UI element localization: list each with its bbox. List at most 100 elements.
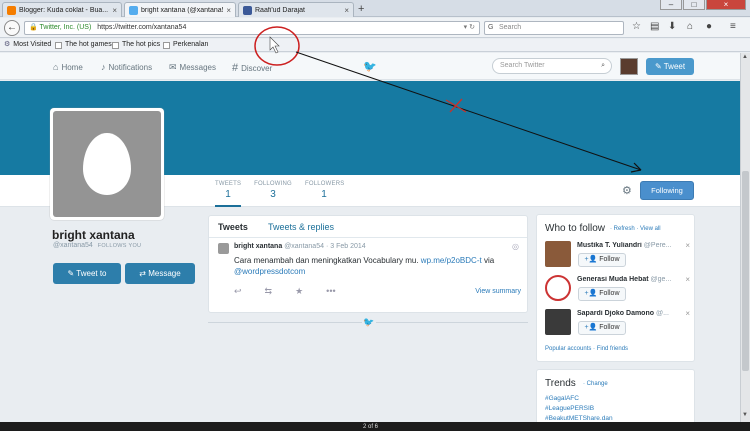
gear-icon[interactable]: ⚙ — [622, 184, 632, 197]
suggestion-avatar[interactable] — [545, 275, 571, 301]
close-window-button[interactable]: × — [706, 0, 746, 10]
trend-item[interactable]: #LeaguePERSIB — [545, 405, 594, 412]
message-label: Message — [148, 269, 181, 278]
close-icon[interactable]: × — [226, 6, 231, 15]
maximize-button[interactable]: □ — [683, 0, 705, 10]
trends-change-link[interactable]: · Change — [583, 381, 608, 387]
vertical-scrollbar[interactable]: ▲ ▼ — [740, 53, 750, 422]
dismiss-icon[interactable]: × — [685, 275, 690, 284]
timeline-tabs: Tweets Tweets & replies — [209, 216, 527, 238]
trend-item[interactable]: #BeakutMETShare.dan — [545, 415, 613, 422]
view-summary-link[interactable]: View summary — [475, 288, 521, 295]
search-icon[interactable]: ⌕ — [601, 59, 605, 73]
stat-value: 1 — [225, 189, 231, 200]
who-to-follow-footer-links[interactable]: Popular accounts · Find friends — [545, 346, 628, 352]
tab-tweets-and-replies[interactable]: Tweets & replies — [268, 222, 334, 232]
home-icon[interactable]: ⌂ — [687, 21, 693, 32]
message-button[interactable]: ⇄ Message — [125, 263, 195, 284]
minimize-button[interactable]: – — [660, 0, 682, 10]
bookmarks-list-icon[interactable]: ▤ — [650, 21, 659, 32]
suggestion-name[interactable]: Generasi Muda Hebat — [577, 276, 649, 283]
following-button[interactable]: Following — [640, 181, 694, 200]
profile-handle-line: @xantana54 FOLLOWS YOU — [53, 242, 141, 249]
nav-messages[interactable]: ✉ Messages — [169, 62, 216, 73]
nav-notifications[interactable]: ♪ Notifications — [101, 62, 152, 72]
dismiss-icon[interactable]: × — [685, 241, 690, 250]
nav-home[interactable]: ⌂ Home — [53, 62, 83, 72]
url-text: https://twitter.com/xantana54 — [97, 24, 187, 31]
browser-search-input[interactable]: G Search — [484, 21, 624, 35]
suggestion-name[interactable]: Mustika T. Yuliandri — [577, 242, 642, 249]
suggestion-avatar[interactable] — [545, 309, 571, 335]
download-icon[interactable]: ⬇ — [668, 21, 676, 32]
twitter-icon — [129, 5, 138, 15]
stat-followers[interactable]: FOLLOWERS 1 — [305, 181, 344, 200]
follows-you-label: FOLLOWS YOU — [97, 243, 142, 249]
browser-tab-facebook[interactable]: Raafi'ud Darajat × — [238, 2, 354, 17]
profile-avatar[interactable] — [50, 108, 164, 220]
follow-button[interactable]: +👤 Follow — [578, 253, 626, 267]
follow-button[interactable]: +👤 Follow — [578, 287, 626, 301]
twitter-bird-icon[interactable]: 🐦 — [363, 60, 377, 73]
tweet-author-handle: @xantana54 — [284, 243, 324, 250]
browser-window: Blogger: Kuda coklat - Bua... × bright x… — [0, 0, 750, 422]
retweet-icon[interactable]: ⇆ — [265, 286, 273, 297]
compose-icon: ✎ — [654, 62, 662, 71]
bookmark-perkenalan[interactable]: Perkenalan — [163, 39, 208, 51]
follow-button[interactable]: +👤 Follow — [578, 321, 626, 335]
profile-handle[interactable]: @xantana54 — [53, 242, 93, 249]
back-button[interactable]: ← — [4, 20, 20, 36]
suggestion-item: Generasi Muda Hebat @ge... × +👤 Follow — [545, 275, 690, 307]
profile-name[interactable]: bright xantana — [52, 228, 135, 242]
tab-tweets[interactable]: Tweets — [218, 222, 248, 232]
scroll-down-icon[interactable]: ▼ — [742, 412, 748, 418]
tweet-to-button[interactable]: ✎ Tweet to — [53, 263, 121, 284]
nav-discover[interactable]: # Discover — [232, 62, 272, 74]
scrollbar-thumb[interactable] — [742, 171, 749, 371]
nav-label: Discover — [241, 63, 273, 73]
tweet-mention-link[interactable]: @wordpressdotcom — [234, 267, 305, 276]
follow-label: Follow — [599, 324, 620, 331]
stat-following[interactable]: FOLLOWING 3 — [254, 181, 292, 200]
trend-item[interactable]: #GagalAFC — [545, 395, 579, 402]
user-avatar[interactable] — [620, 58, 638, 75]
suggestion-avatar[interactable] — [545, 241, 571, 267]
stat-tweets[interactable]: TWEETS 1 — [215, 181, 241, 207]
bookmark-hot-pics[interactable]: The hot pics — [112, 39, 160, 51]
tweet-link[interactable]: wp.me/p2oBDC-t — [421, 256, 482, 265]
close-icon[interactable]: × — [112, 6, 117, 15]
tweet-avatar[interactable] — [218, 243, 229, 254]
new-tab-button[interactable]: + — [358, 3, 364, 15]
bookmarks-bar: ⚙ Most Visited The hot games The hot pic… — [0, 39, 750, 52]
reload-icon[interactable]: ▾ ↻ — [464, 22, 475, 34]
tweet-date[interactable]: · 3 Feb 2014 — [326, 243, 366, 250]
tweet-author-name[interactable]: bright xantana — [234, 243, 282, 250]
site-identity: Twitter, Inc. (US) — [39, 24, 92, 31]
facebook-icon — [243, 5, 252, 15]
more-dots-icon[interactable]: ••• — [326, 286, 335, 297]
twitter-search-input[interactable]: Search Twitter ⌕ — [492, 58, 612, 74]
suggestion-name[interactable]: Sapardi Djoko Damono — [577, 310, 654, 317]
menu-icon[interactable]: ≡ — [730, 21, 736, 32]
browser-tab-twitter[interactable]: bright xantana (@xantana5... × — [124, 2, 236, 17]
tweet-via: via — [483, 256, 495, 265]
suggestion-name-line: Generasi Muda Hebat @ge... — [577, 276, 682, 283]
bookmark-star-icon[interactable]: ☆ — [632, 21, 641, 32]
page-icon — [112, 41, 119, 49]
browser-tab-blogger[interactable]: Blogger: Kuda coklat - Bua... × — [2, 2, 122, 17]
favorite-star-icon[interactable]: ★ — [295, 286, 303, 297]
tweet-button-label: Tweet — [663, 62, 686, 71]
follow-person-icon: +👤 — [584, 290, 598, 297]
reply-icon[interactable]: ↩ — [234, 286, 242, 297]
bookmark-most-visited[interactable]: ⚙ Most Visited — [4, 39, 51, 51]
chat-icon[interactable]: ● — [706, 21, 712, 32]
dismiss-icon[interactable]: × — [685, 309, 690, 318]
close-icon[interactable]: × — [344, 6, 349, 15]
who-to-follow-links[interactable]: · Refresh · View all — [610, 226, 661, 232]
bookmark-hot-games[interactable]: The hot games — [55, 39, 112, 51]
tweet-item[interactable]: bright xantana @xantana54 · 3 Feb 2014 ◎… — [209, 238, 527, 313]
egg-icon — [83, 133, 131, 195]
scroll-up-icon[interactable]: ▲ — [742, 54, 748, 60]
url-bar[interactable]: 🔒 Twitter, Inc. (US) https://twitter.com… — [24, 21, 480, 35]
compose-tweet-button[interactable]: ✎ Tweet — [646, 58, 694, 75]
